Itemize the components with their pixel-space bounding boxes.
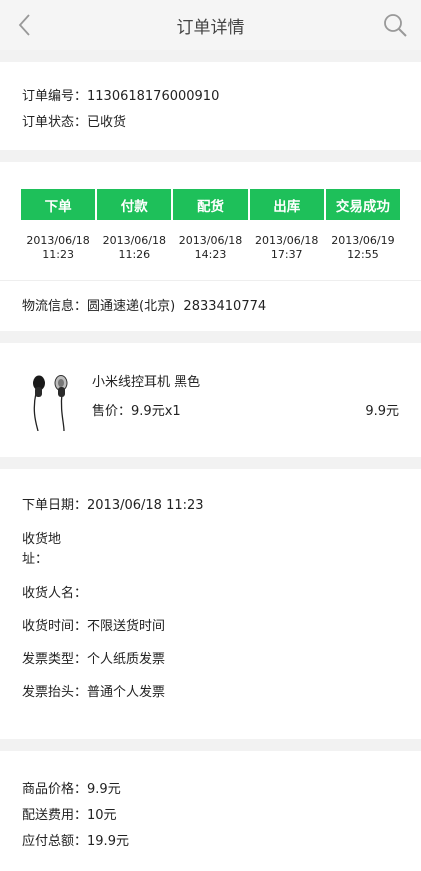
order-number-row: 订单编号： 1130618176000910: [22, 88, 401, 106]
order-info-section: 订单编号： 1130618176000910 订单状态： 已收货: [0, 62, 421, 150]
section-gap: [0, 739, 421, 751]
product-name: 小米线控耳机 黑色: [92, 375, 201, 390]
progress-steps: 下单 付款 配货 出库 交易成功: [21, 189, 401, 220]
order-date-value: 2013/06/18 11:23: [87, 498, 204, 513]
step-payment: 付款: [97, 189, 172, 220]
back-icon[interactable]: [12, 10, 40, 40]
product-subtotal: 9.9元: [365, 404, 399, 419]
step-time: 2013/06/18 11:23: [26, 234, 90, 261]
address-row: 收货地址：: [22, 530, 401, 570]
logistics-row: 物流信息： 圆通速递(北京) 2833410774: [0, 280, 421, 331]
order-number-value: 1130618176000910: [87, 89, 220, 104]
delivery-time-label: 收货时间：: [22, 619, 88, 634]
logistics-value: 圆通速递(北京) 2833410774: [87, 299, 267, 314]
product-item[interactable]: 小米线控耳机 黑色 售价：9.9元x1 9.9元: [0, 343, 421, 457]
invoice-title-label: 发票抬头：: [22, 685, 88, 700]
progress-times: 2013/06/18 11:23 2013/06/18 11:26 2013/06/…: [21, 234, 400, 262]
logistics-label: 物流信息：: [22, 299, 88, 314]
section-gap: [0, 331, 421, 343]
goods-price-value: 9.9元: [87, 782, 121, 797]
invoice-type-value: 个人纸质发票: [87, 652, 166, 667]
product-price-label: 售价：: [92, 404, 132, 419]
step-shipped: 出库: [249, 189, 324, 220]
section-gap: [0, 150, 421, 162]
step-time: 2013/06/18 11:26: [102, 234, 166, 261]
invoice-type-label: 发票类型：: [22, 652, 88, 667]
header-bar: 订单详情: [0, 0, 421, 50]
totals-section: 商品价格： 9.9元 配送费用： 10元 应付总额： 19.9元: [0, 751, 421, 871]
order-date-label: 下单日期：: [22, 498, 88, 513]
order-details-section: 下单日期： 2013/06/18 11:23 收货地址： 收货人名： 收货时间：…: [0, 469, 421, 739]
total-row: 应付总额： 19.9元: [22, 833, 401, 851]
step-order: 下单: [21, 189, 96, 220]
step-picking: 配货: [173, 189, 248, 220]
goods-price-label: 商品价格：: [22, 782, 88, 797]
goods-price-row: 商品价格： 9.9元: [22, 781, 401, 799]
invoice-type-row: 发票类型： 个人纸质发票: [22, 651, 401, 669]
search-icon[interactable]: [381, 10, 409, 40]
shipping-label: 配送费用：: [22, 808, 88, 823]
page-title: 订单详情: [176, 17, 245, 38]
receiver-label: 收货人名：: [22, 586, 88, 601]
invoice-title-row: 发票抬头： 普通个人发票: [22, 684, 401, 702]
total-label: 应付总额：: [22, 834, 88, 849]
shipping-value: 10元: [87, 808, 117, 823]
product-price-qty: 9.9元x1: [131, 404, 181, 419]
shipping-row: 配送费用： 10元: [22, 807, 401, 825]
order-status-value: 已收货: [87, 115, 127, 130]
step-time: 2013/06/18 14:23: [178, 234, 243, 261]
address-label: 收货地址：: [22, 532, 62, 567]
step-completed: 交易成功: [325, 189, 401, 220]
step-time: 2013/06/19 12:55: [331, 234, 395, 261]
delivery-time-row: 收货时间： 不限送货时间: [22, 618, 401, 636]
delivery-time-value: 不限送货时间: [87, 619, 166, 634]
invoice-title-value: 普通个人发票: [87, 685, 166, 700]
product-price-row: 售价：9.9元x1 9.9元: [92, 400, 399, 419]
total-value: 19.9元: [87, 834, 129, 849]
receiver-row: 收货人名：: [22, 585, 401, 603]
order-date-row: 下单日期： 2013/06/18 11:23: [22, 497, 401, 515]
earphones-image: [22, 371, 82, 432]
section-gap: [0, 457, 421, 469]
order-number-label: 订单编号：: [22, 89, 88, 104]
section-gap: [0, 50, 421, 62]
progress-section: 下单 付款 配货 出库 交易成功 2013/06/18 11:23 2013/06…: [0, 162, 421, 331]
order-status-label: 订单状态：: [22, 115, 88, 130]
order-status-row: 订单状态： 已收货: [22, 114, 401, 132]
step-time: 2013/06/18 17:37: [255, 234, 319, 261]
